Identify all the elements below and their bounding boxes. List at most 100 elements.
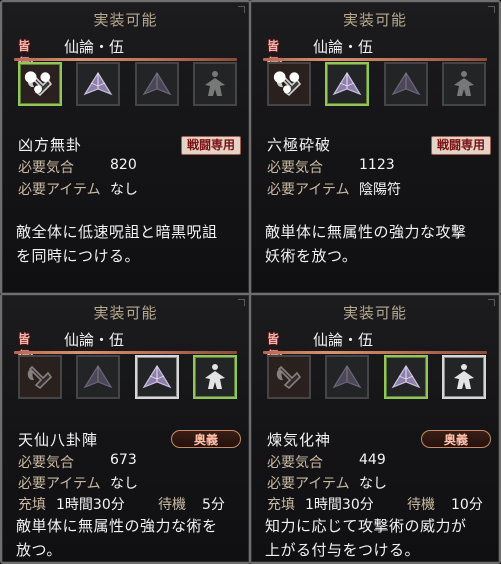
cost-label: 必要気合 — [18, 160, 74, 176]
skill-description: 知力に応じて攻撃術の威力が 上がる付与をつける。 — [265, 514, 491, 562]
skill-tree-name: 仙論・伍 — [64, 38, 125, 56]
item-value: なし — [110, 182, 138, 198]
skill-panel-4: 実装可能 皆伝! 仙論・伍 — [249, 293, 501, 564]
skill-slot-1[interactable] — [18, 355, 62, 399]
item-value: 陰陽符 — [359, 182, 401, 198]
item-row: 必要アイテム 陰陽符 — [267, 179, 401, 199]
header-divider — [263, 351, 487, 354]
header-divider — [14, 351, 237, 354]
skill-panels-grid: 実装可能 皆伝! 仙論・伍 — [0, 0, 501, 564]
skill-panel-2: 実装可能 皆伝! 仙論・伍 — [249, 0, 501, 295]
cost-value: 449 — [359, 452, 386, 468]
cost-row: 必要気合 820 — [18, 157, 137, 177]
status-label: 実装可能 — [342, 11, 407, 29]
skill-icon-row — [267, 355, 487, 405]
cost-value: 1123 — [359, 157, 395, 173]
figure-icon — [205, 364, 225, 389]
skill-slot-2[interactable] — [325, 355, 369, 399]
item-row: 必要アイテム なし — [267, 473, 387, 493]
item-label: 必要アイテム — [18, 182, 101, 198]
item-label: 必要アイテム — [267, 182, 350, 198]
charge-label: 充填 — [267, 497, 295, 513]
skill-icon-row — [18, 62, 238, 112]
skill-panel-1: 実装可能 皆伝! 仙論・伍 — [0, 0, 251, 295]
cost-value: 820 — [110, 157, 137, 173]
hat-icon — [83, 71, 113, 96]
pin-icon — [24, 71, 51, 94]
hat-icon — [332, 71, 362, 96]
axe-icon — [276, 365, 302, 390]
charge-value: 1時間30分 — [56, 497, 125, 513]
secret-art-tag: 奥義 — [171, 430, 241, 448]
description-line-2: 妖術を放つ。 — [265, 247, 358, 265]
skill-slot-4[interactable] — [442, 62, 486, 106]
hat-icon — [391, 364, 421, 389]
skill-tree-name: 仙論・伍 — [313, 38, 374, 56]
axe-icon — [27, 365, 53, 390]
wait-label: 待機 — [407, 497, 435, 513]
figure-icon — [205, 71, 225, 96]
secret-art-label: 奥義 — [193, 432, 218, 447]
figure-icon — [454, 71, 474, 96]
combat-only-tag: 戦闘専用 — [430, 136, 491, 155]
description-line-1: 敵全体に低速呪詛と暗黒呪詛 — [16, 223, 218, 241]
status-label: 実装可能 — [93, 11, 158, 29]
skill-slot-1[interactable] — [18, 62, 62, 106]
wait-label: 待機 — [158, 497, 186, 513]
skill-name: 天仙八卦陣 — [18, 431, 99, 449]
description-line-2: 上がる付与をつける。 — [265, 541, 421, 559]
skill-description: 敵全体に低速呪詛と暗黒呪詛 を同時につける。 — [16, 220, 241, 268]
skill-icon-row — [18, 355, 238, 405]
skill-slot-3[interactable] — [384, 355, 428, 399]
skill-slot-4[interactable] — [442, 355, 486, 399]
skill-tree-name: 仙論・伍 — [313, 331, 374, 349]
cost-row: 必要気合 1123 — [267, 157, 395, 177]
hat-icon — [332, 364, 362, 389]
skill-tree-name: 仙論・伍 — [64, 331, 125, 349]
skill-icon-row — [267, 62, 487, 112]
item-label: 必要アイテム — [18, 476, 101, 492]
charge-label: 充填 — [18, 497, 46, 513]
skill-description: 敵単体に無属性の強力な攻撃 妖術を放つ。 — [265, 220, 491, 268]
description-line-1: 敵単体に無属性の強力な術を — [16, 517, 218, 535]
skill-name: 凶方無卦 — [18, 136, 83, 154]
skill-slot-1[interactable] — [267, 62, 311, 106]
item-value: なし — [359, 476, 387, 492]
cost-row: 必要気合 673 — [18, 452, 137, 472]
description-line-1: 知力に応じて攻撃術の威力が — [265, 517, 467, 535]
skill-slot-2[interactable] — [325, 62, 369, 106]
cost-value: 673 — [110, 452, 137, 468]
charge-row: 充填 1時間30分 待機 5分 — [18, 494, 225, 514]
hat-icon — [391, 71, 421, 96]
skill-slot-3[interactable] — [384, 62, 428, 106]
description-line-2: を同時につける。 — [16, 247, 141, 265]
skill-slot-4[interactable] — [193, 62, 237, 106]
description-line-1: 敵単体に無属性の強力な攻撃 — [265, 223, 467, 241]
cost-label: 必要気合 — [267, 455, 323, 471]
skill-description: 敵単体に無属性の強力な術を 放つ。 — [16, 514, 241, 562]
hat-icon — [142, 71, 172, 96]
cost-label: 必要気合 — [18, 455, 74, 471]
skill-panel-3: 実装可能 皆伝! 仙論・伍 — [0, 293, 251, 564]
wait-value: 10分 — [451, 497, 483, 513]
skill-slot-2[interactable] — [76, 355, 120, 399]
skill-slot-4[interactable] — [193, 355, 237, 399]
skill-name: 煉気化神 — [267, 431, 332, 449]
skill-slot-3[interactable] — [135, 62, 179, 106]
wait-value: 5分 — [202, 497, 225, 513]
header-divider — [263, 58, 487, 61]
cost-label: 必要気合 — [267, 160, 323, 176]
skill-name: 六極砕破 — [267, 136, 332, 154]
secret-art-tag: 奥義 — [421, 430, 491, 448]
charge-row: 充填 1時間30分 待機 10分 — [267, 494, 483, 514]
description-line-2: 放つ。 — [16, 541, 62, 559]
cost-row: 必要気合 449 — [267, 452, 386, 472]
item-value: なし — [110, 476, 138, 492]
header-divider — [14, 58, 237, 61]
skill-slot-3[interactable] — [135, 355, 179, 399]
status-label: 実装可能 — [342, 304, 407, 322]
skill-slot-1[interactable] — [267, 355, 311, 399]
skill-slot-2[interactable] — [76, 62, 120, 106]
secret-art-label: 奥義 — [443, 432, 468, 447]
combat-only-tag: 戦闘専用 — [180, 136, 241, 155]
